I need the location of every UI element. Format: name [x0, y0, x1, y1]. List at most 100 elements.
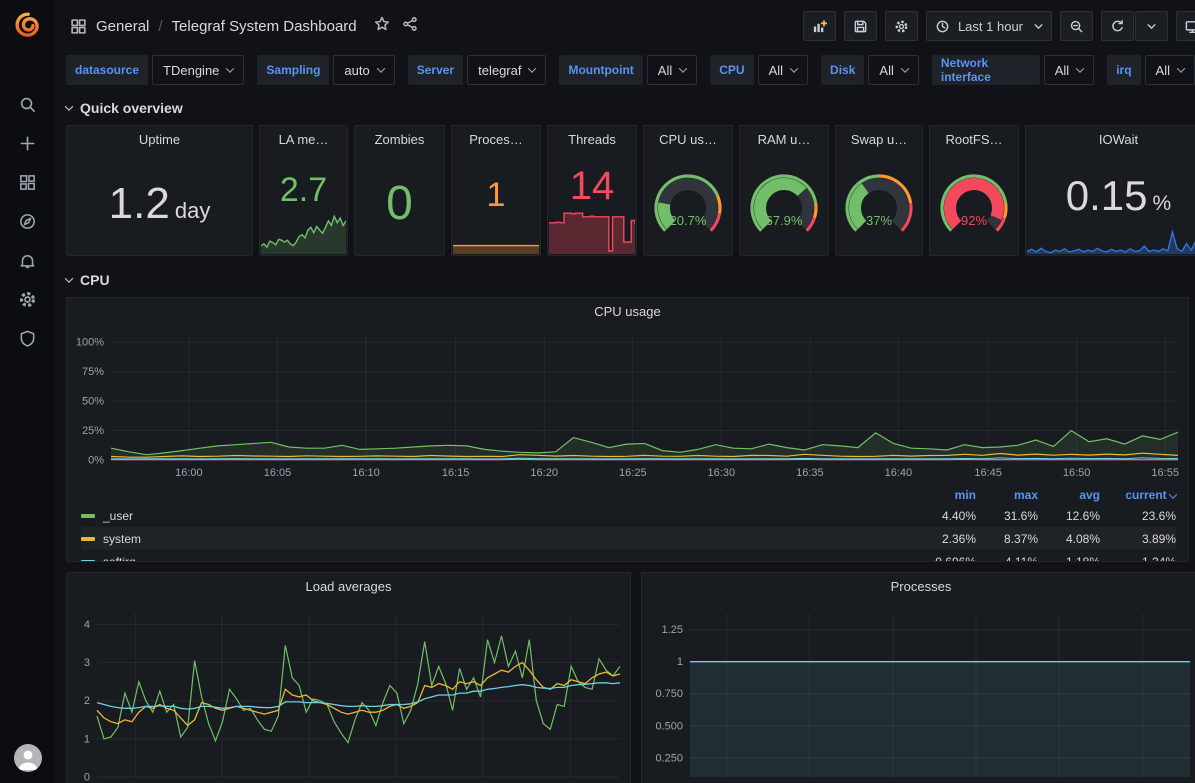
- svg-text:16:10: 16:10: [352, 467, 380, 479]
- stat-panel-proces: Proces… 1: [451, 125, 541, 256]
- panel-title[interactable]: Zombies: [355, 126, 444, 152]
- star-icon[interactable]: [374, 16, 390, 36]
- svg-text:1: 1: [84, 733, 90, 745]
- legend-min: 2.36%: [914, 532, 976, 546]
- add-panel-button[interactable]: [803, 11, 836, 41]
- variable-value-dropdown[interactable]: All: [1044, 55, 1094, 85]
- variable-value-dropdown[interactable]: All: [868, 55, 918, 85]
- panel-title[interactable]: CPU usage: [67, 298, 1188, 324]
- apps-icon: [70, 18, 87, 35]
- panel-title[interactable]: Threads: [548, 126, 636, 152]
- grafana-logo-icon[interactable]: [14, 11, 41, 38]
- breadcrumb-folder[interactable]: General: [96, 18, 149, 35]
- chevron-down-icon: [790, 64, 798, 72]
- variable-label: Mountpoint: [559, 55, 642, 85]
- series-label[interactable]: system: [103, 532, 141, 546]
- user-avatar[interactable]: [13, 743, 43, 773]
- sidebar-alerting-icon[interactable]: [0, 241, 55, 280]
- zoom-out-icon: [1069, 19, 1084, 34]
- chevron-down-icon: [226, 64, 234, 72]
- share-icon[interactable]: [402, 16, 418, 36]
- stat-panel-cpuus: CPU us… 20.7%: [643, 125, 733, 256]
- svg-text:50%: 50%: [82, 396, 104, 408]
- svg-text:3: 3: [84, 657, 90, 669]
- legend-sort-avg[interactable]: avg: [1038, 488, 1100, 502]
- panel-title[interactable]: Processes: [642, 573, 1195, 599]
- legend-current: 1.24%: [1100, 555, 1176, 563]
- panel-title[interactable]: RAM u…: [740, 126, 828, 152]
- variable-value-dropdown[interactable]: All: [647, 55, 697, 85]
- page-title[interactable]: Telegraf System Dashboard: [172, 18, 357, 35]
- time-range-picker[interactable]: Last 1 hour: [926, 11, 1052, 41]
- chevron-down-icon: [65, 102, 73, 110]
- sidebar-gear-icon[interactable]: [0, 280, 55, 319]
- refresh-icon: [1110, 19, 1125, 34]
- dashboard-settings-button[interactable]: [885, 11, 918, 41]
- stat-value: 1.2: [109, 179, 170, 229]
- add-panel-icon: [812, 19, 827, 34]
- variable-value-dropdown[interactable]: TDengine: [152, 55, 244, 85]
- sidebar-shield-icon[interactable]: [0, 319, 55, 358]
- stat-value: 0.15: [1066, 172, 1148, 220]
- chevron-down-icon: [901, 64, 909, 72]
- variable-value-dropdown[interactable]: All: [758, 55, 808, 85]
- refresh-interval-dropdown[interactable]: [1135, 11, 1168, 41]
- sidebar-search-icon[interactable]: [0, 85, 55, 124]
- legend-sort-max[interactable]: max: [976, 488, 1038, 502]
- section-quick-overview[interactable]: Quick overview: [66, 96, 1195, 120]
- panel-title[interactable]: Uptime: [67, 126, 252, 152]
- cycle-view-mode-button[interactable]: [1176, 11, 1195, 41]
- panel-title[interactable]: RootFS…: [930, 126, 1018, 152]
- sidebar-explore-icon[interactable]: [0, 202, 55, 241]
- processes-chart[interactable]: 16:0016:1016:2016:3016:4016:500.2500.500…: [648, 601, 1194, 783]
- section-title: Quick overview: [80, 100, 183, 116]
- legend-header-row: minmaxavgcurrent: [81, 486, 1176, 504]
- svg-text:16:35: 16:35: [796, 467, 824, 479]
- legend-sort-current[interactable]: current: [1100, 488, 1176, 502]
- time-range-label: Last 1 hour: [958, 19, 1023, 34]
- sidebar-plus-icon[interactable]: [0, 124, 55, 163]
- variable-value-dropdown[interactable]: telegraf: [467, 55, 546, 85]
- svg-text:0.500: 0.500: [655, 720, 683, 732]
- legend-sort-min[interactable]: min: [914, 488, 976, 502]
- legend-row-_user: _user 4.40% 31.6% 12.6% 23.6%: [81, 504, 1176, 527]
- panel-cpu-usage: CPU usage 16:0016:0516:1016:1516:2016:25…: [66, 297, 1189, 562]
- variable-value-dropdown[interactable]: All: [1145, 55, 1195, 85]
- variable-label: CPU: [710, 55, 753, 85]
- series-label[interactable]: softirq: [103, 555, 136, 563]
- stat-value: 1: [487, 176, 506, 215]
- stat-unit: %: [1153, 192, 1172, 216]
- section-cpu[interactable]: CPU: [66, 268, 1195, 292]
- variable-server: Servertelegraf: [408, 55, 547, 85]
- refresh-button[interactable]: [1101, 11, 1134, 41]
- stat-panel-zombies: Zombies 0: [354, 125, 445, 256]
- variable-cpu: CPUAll: [710, 55, 808, 85]
- panel-title[interactable]: Swap u…: [836, 126, 922, 152]
- sidebar-dashboards-icon[interactable]: [0, 163, 55, 202]
- panel-title[interactable]: LA me…: [260, 126, 347, 152]
- panel-title[interactable]: CPU us…: [644, 126, 732, 152]
- panel-title[interactable]: Load averages: [67, 573, 630, 599]
- variable-disk: DiskAll: [821, 55, 919, 85]
- main-area: General / Telegraf System Dashboard Last…: [55, 0, 1195, 783]
- variable-irq: irqAll: [1107, 55, 1195, 85]
- section-title: CPU: [80, 272, 110, 288]
- dashboard-content: Quick overview Uptime 1.2 day LA me… 2.7…: [55, 88, 1195, 783]
- load-averages-chart[interactable]: 16:0016:1016:2016:3016:4016:5001234: [73, 601, 624, 783]
- variable-value-dropdown[interactable]: auto: [333, 55, 394, 85]
- chevron-down-icon: [65, 274, 73, 282]
- panel-title[interactable]: IOWait: [1026, 126, 1195, 152]
- stat-panel-swapu: Swap u… 37%: [835, 125, 923, 256]
- legend-max: 31.6%: [976, 509, 1038, 523]
- variable-label: Sampling: [257, 55, 329, 85]
- svg-text:16:40: 16:40: [885, 467, 913, 479]
- cpu-usage-chart[interactable]: 16:0016:0516:1016:1516:2016:2516:3016:35…: [73, 326, 1182, 482]
- svg-text:1.25: 1.25: [662, 624, 683, 636]
- save-dashboard-button[interactable]: [844, 11, 877, 41]
- variable-label: Server: [408, 55, 463, 85]
- zoom-out-button[interactable]: [1060, 11, 1093, 41]
- svg-text:0: 0: [84, 772, 90, 783]
- variable-label: Network interface: [932, 55, 1040, 85]
- series-label[interactable]: _user: [103, 509, 133, 523]
- panel-title[interactable]: Proces…: [452, 126, 540, 152]
